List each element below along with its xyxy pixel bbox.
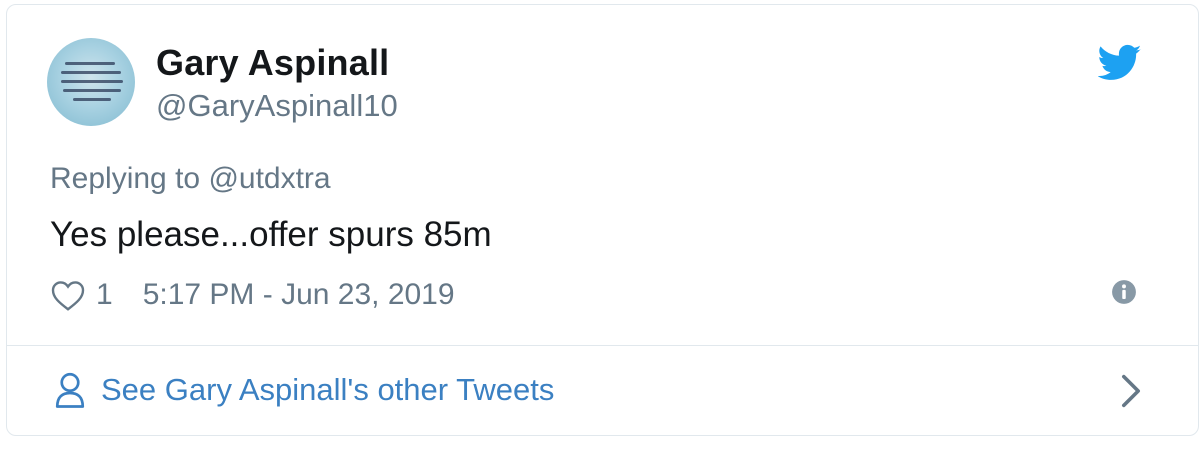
reply-context: Replying to @utdxtra [50, 162, 331, 196]
chevron-right-icon[interactable] [1120, 373, 1142, 409]
tweet-meta: 1 5:17 PM - Jun 23, 2019 [50, 275, 455, 315]
reply-prefix: Replying to [50, 162, 201, 195]
avatar[interactable] [47, 38, 135, 126]
person-icon [55, 372, 85, 408]
see-other-tweets-label[interactable]: See Gary Aspinall's other Tweets [101, 372, 554, 408]
author-handle[interactable]: @GaryAspinall10 [156, 88, 398, 124]
like-count[interactable]: 1 [96, 278, 113, 312]
divider [6, 345, 1199, 346]
author-display-name[interactable]: Gary Aspinall [156, 42, 389, 84]
timestamp[interactable]: 5:17 PM - Jun 23, 2019 [143, 278, 455, 312]
twitter-bird-icon[interactable] [1098, 43, 1142, 83]
reply-to-handle[interactable]: @utdxtra [208, 162, 330, 195]
tweet-text: Yes please...offer spurs 85m [50, 215, 492, 254]
heart-icon[interactable] [50, 278, 86, 312]
see-other-tweets-link[interactable]: See Gary Aspinall's other Tweets [55, 368, 554, 412]
info-icon[interactable] [1111, 279, 1137, 305]
